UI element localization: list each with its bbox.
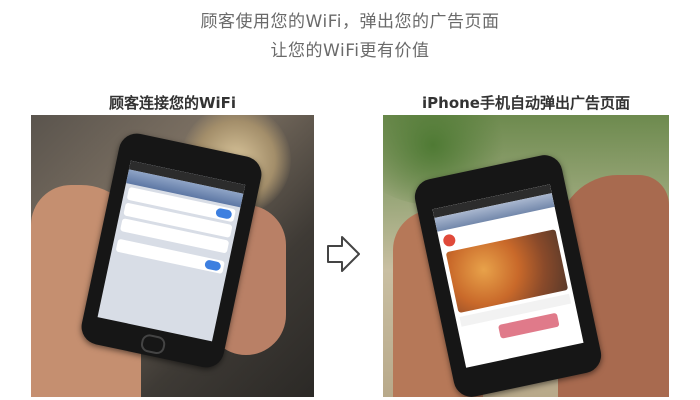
right-caption: iPhone手机自动弹出广告页面 <box>422 94 630 112</box>
wifi-settings-photo <box>31 115 314 397</box>
arrow-icon <box>326 234 362 278</box>
logo-icon <box>442 233 457 248</box>
headline-line-2: 让您的WiFi更有价值 <box>270 41 430 61</box>
home-button <box>139 332 167 356</box>
headline-line-1: 顾客使用您的WiFi，弹出您的广告页面 <box>200 12 500 32</box>
settings-screen <box>97 160 246 342</box>
ad-screen <box>432 184 584 368</box>
ad-page-photo <box>383 115 669 397</box>
left-caption: 顾客连接您的WiFi <box>108 94 237 112</box>
